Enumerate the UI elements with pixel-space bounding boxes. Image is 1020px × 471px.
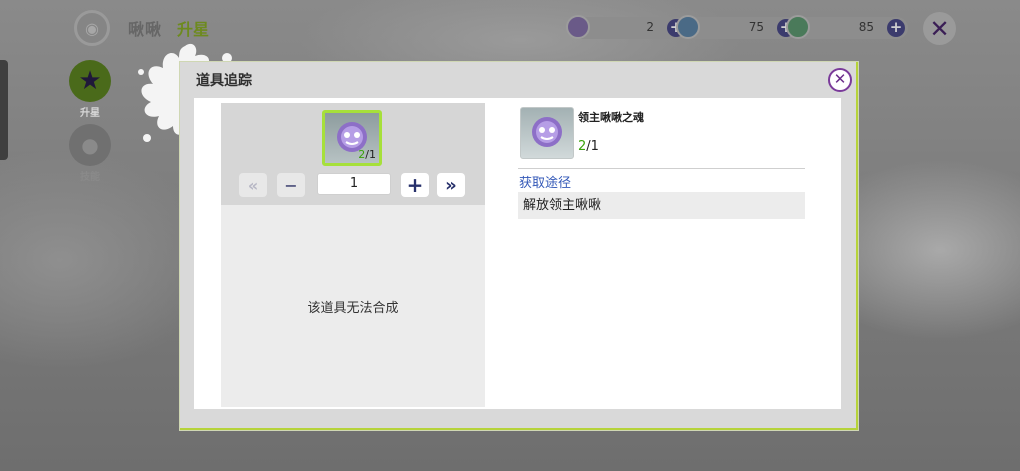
craft-message: 该道具无法合成: [307, 300, 399, 316]
currency-crystal-value: 75: [748, 20, 764, 34]
item-detail-count: 2/1: [578, 139, 599, 154]
left-edge-handle[interactable]: [0, 60, 8, 160]
quantity-first-button[interactable]: «: [239, 173, 267, 197]
purple-soul-orb-icon: [532, 117, 562, 147]
pet-avatar-icon[interactable]: ◉: [74, 10, 110, 46]
craft-panel-header: 2/1 « − 1 + »: [221, 103, 485, 205]
item-slot-count: 2/1: [358, 148, 376, 161]
source-item-liberate[interactable]: 解放领主啾啾: [518, 192, 805, 219]
main-close-button[interactable]: ✕: [923, 12, 956, 45]
star-icon: ★: [69, 60, 111, 102]
sidebar-item-upgrade-label: 升星: [80, 108, 100, 119]
item-slot-need: /1: [365, 148, 376, 161]
dialog-body: 2/1 « − 1 + » 该道具无法合成 领主啾啾之魂 2/1 获取途径 解放…: [194, 98, 841, 409]
item-detail-name: 领主啾啾之魂: [578, 111, 644, 124]
currency-gem: 85 +: [786, 15, 908, 39]
purple-soul-orb-icon: [566, 15, 590, 39]
currency-soul: 2 +: [566, 15, 688, 39]
sidebar-item-upgrade[interactable]: ★ 升星: [62, 60, 118, 119]
sidebar-item-skill[interactable]: ● 技能: [62, 124, 118, 183]
quantity-plus-button[interactable]: +: [401, 173, 429, 197]
blue-crystal-icon: [676, 15, 700, 39]
dialog-title: 道具追踪: [196, 73, 252, 89]
skill-icon: ●: [69, 124, 111, 166]
currency-soul-value: 2: [646, 20, 654, 34]
dialog-close-button[interactable]: ✕: [828, 68, 852, 92]
craft-panel: 2/1 « − 1 + » 该道具无法合成: [221, 103, 485, 407]
item-detail-need: /1: [586, 139, 599, 154]
quantity-minus-button[interactable]: −: [277, 173, 305, 197]
source-heading: 获取途径: [519, 176, 572, 191]
currency-gem-value: 85: [858, 20, 874, 34]
quantity-input[interactable]: 1: [317, 173, 391, 195]
selected-item-slot[interactable]: 2/1: [322, 110, 382, 166]
pet-upgrade-tag: 升星: [177, 20, 210, 39]
pet-name: 啾啾: [128, 20, 163, 39]
currency-crystal: 75 +: [676, 15, 798, 39]
green-gem-icon: [786, 15, 810, 39]
currency-gem-add-button[interactable]: +: [887, 19, 905, 37]
detail-divider: [518, 168, 805, 169]
item-tracking-dialog: 道具追踪 2/1 « − 1 + » 该道具无法合成 领主啾啾之魂 2/1 获取…: [179, 61, 859, 431]
item-detail-icon: [520, 107, 574, 159]
sidebar-item-skill-label: 技能: [80, 172, 100, 183]
quantity-last-button[interactable]: »: [437, 173, 465, 197]
